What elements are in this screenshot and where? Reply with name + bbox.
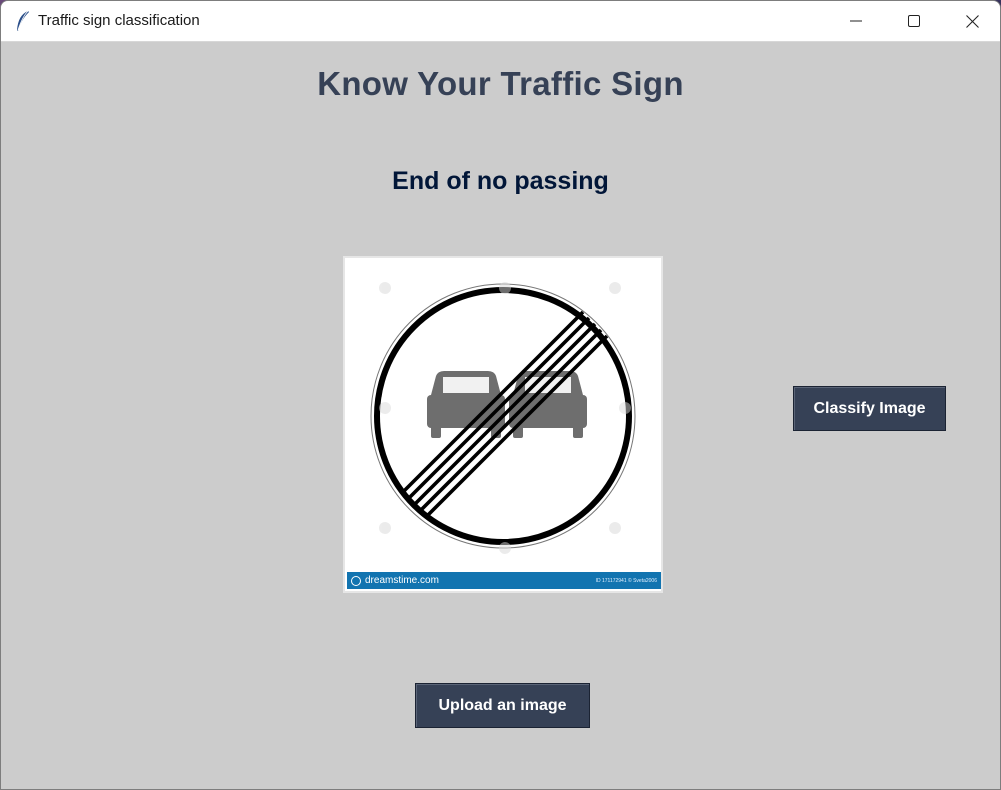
page-title: Know Your Traffic Sign (317, 65, 684, 102)
main-content: Know Your Traffic Sign End of no passing (1, 42, 1000, 789)
maximize-button[interactable] (885, 1, 943, 41)
image-credit-bar: dreamstime.com ID 171172941 © Sveta2006 (347, 572, 661, 589)
upload-image-button[interactable]: Upload an image (415, 683, 590, 728)
window-title: Traffic sign classification (38, 12, 200, 29)
close-icon (965, 14, 979, 28)
image-credit-id: ID 171172941 © Sveta2006 (595, 577, 657, 584)
app-window: Traffic sign classification Know Your Tr… (0, 0, 1001, 790)
image-credit: dreamstime.com (365, 575, 439, 586)
uploaded-image: dreamstime.com ID 171172941 © Sveta2006 (343, 256, 663, 593)
end-of-no-passing-sign (370, 282, 636, 554)
dreamstime-logo-icon (351, 575, 361, 586)
minimize-button[interactable] (827, 1, 885, 41)
feather-icon (15, 10, 31, 32)
close-button[interactable] (943, 1, 1000, 41)
classification-result: End of no passing (392, 167, 609, 195)
minimize-icon (850, 15, 862, 27)
classify-image-button[interactable]: Classify Image (793, 386, 946, 431)
maximize-icon (908, 15, 920, 27)
title-bar[interactable]: Traffic sign classification (1, 1, 1000, 42)
